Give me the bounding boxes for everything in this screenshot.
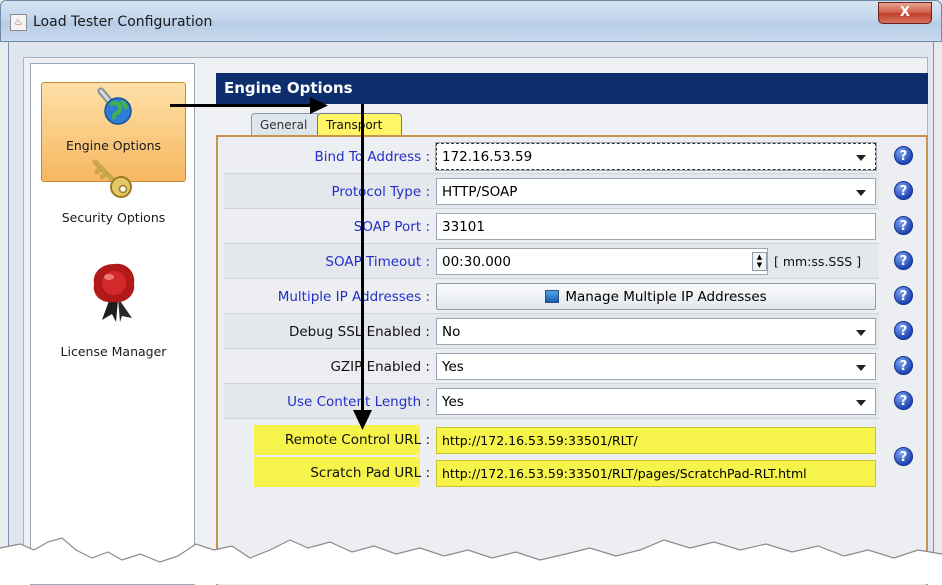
protocol-type-label: Protocol Type : [331,184,430,200]
content-length-row: Use Content Length : Yes ? [224,384,913,419]
annotation-arrow-vertical [361,104,364,414]
debug-ssl-label: Debug SSL Enabled : [288,324,430,340]
annotation-arrowhead-right [310,97,328,114]
key-icon [92,159,132,198]
help-icon[interactable]: ? [894,181,913,200]
soap-timeout-input[interactable]: 00:30.000 [436,248,768,275]
multiple-ip-row: Multiple IP Addresses : Manage Multiple … [224,279,913,314]
sidebar: Engine Options Security Options License … [30,63,195,585]
title-bar[interactable]: ♨ Load Tester Configuration X [0,0,942,42]
window-title: Load Tester Configuration [33,14,213,30]
annotation-arrowhead-down [353,410,372,430]
sidebar-item-label: Engine Options [65,138,162,153]
debug-ssl-row: Debug SSL Enabled : No ? [224,314,913,349]
globe-network-icon [97,87,132,125]
content-length-select[interactable]: Yes [436,388,876,415]
gzip-label: GZIP Enabled : [330,359,430,375]
tab-general[interactable]: General [251,113,321,136]
soap-port-label: SOAP Port : [353,219,430,235]
help-icon[interactable]: ? [894,447,913,466]
bind-address-row: Bind To Address : 172.16.53.59 ? [224,139,913,174]
help-icon[interactable]: ? [894,216,913,235]
help-icon[interactable]: ? [894,391,913,410]
soap-port-row: SOAP Port : 33101 ? [224,209,913,244]
torn-edge [0,537,942,584]
bind-address-label: Bind To Address : [314,149,430,165]
multiple-ip-label: Multiple IP Addresses : [277,289,430,305]
scratch-pad-url-field[interactable]: http://172.16.53.59:33501/RLT/pages/Scra… [436,460,876,487]
network-computers-icon [545,290,560,303]
timeout-spinner[interactable]: ▲ ▼ [752,252,767,271]
help-icon[interactable]: ? [894,146,913,165]
tab-transport[interactable]: Transport [317,113,402,136]
protocol-type-row: Protocol Type : HTTP/SOAP ? [224,174,913,209]
close-button[interactable]: X [878,2,932,24]
soap-port-input[interactable]: 33101 [436,213,876,240]
url-rows: Remote Control URL : http://172.16.53.59… [224,423,913,493]
transport-form: Bind To Address : 172.16.53.59 ? Protoco… [216,135,928,585]
content-frame: Engine Options Security Options License … [23,57,928,585]
config-window: ♨ Load Tester Configuration X Engine Opt… [0,0,942,585]
sidebar-item-label: License Manager [60,344,167,359]
sidebar-item-label: Security Options [61,210,166,225]
java-app-icon: ♨ [10,14,27,31]
wax-seal-icon [93,263,134,322]
bind-address-select[interactable]: 172.16.53.59 [435,142,877,171]
gzip-row: GZIP Enabled : Yes ? [224,349,913,384]
help-icon[interactable]: ? [894,286,913,305]
help-icon[interactable]: ? [894,251,913,270]
annotation-arrow-horizontal [170,104,315,107]
debug-ssl-select[interactable]: No [436,318,876,345]
gzip-select[interactable]: Yes [436,353,876,380]
scratch-pad-url-label: Scratch Pad URL : [310,465,430,481]
sidebar-item-license-manager[interactable]: License Manager [41,260,186,370]
soap-timeout-label: SOAP Timeout : [325,254,430,270]
remote-control-url-label: Remote Control URL : [284,432,430,448]
timeout-unit: [ mm:ss.SSS ] [774,254,862,269]
remote-control-url-field[interactable]: http://172.16.53.59:33501/RLT/ [436,427,876,454]
engine-options-panel: Engine Options General Transport Bind To… [216,73,928,585]
content-length-label: Use Content Length : [287,394,430,410]
help-icon[interactable]: ? [894,321,913,340]
help-icon[interactable]: ? [894,356,913,375]
protocol-type-select[interactable]: HTTP/SOAP [436,178,876,205]
manage-ip-button[interactable]: Manage Multiple IP Addresses [436,283,876,310]
sidebar-item-security-options[interactable]: Security Options [41,152,186,252]
soap-timeout-row: SOAP Timeout : 00:30.000 ▲ ▼ [ mm:ss.SSS … [224,244,913,279]
window-client-area: Engine Options Security Options License … [8,42,934,585]
